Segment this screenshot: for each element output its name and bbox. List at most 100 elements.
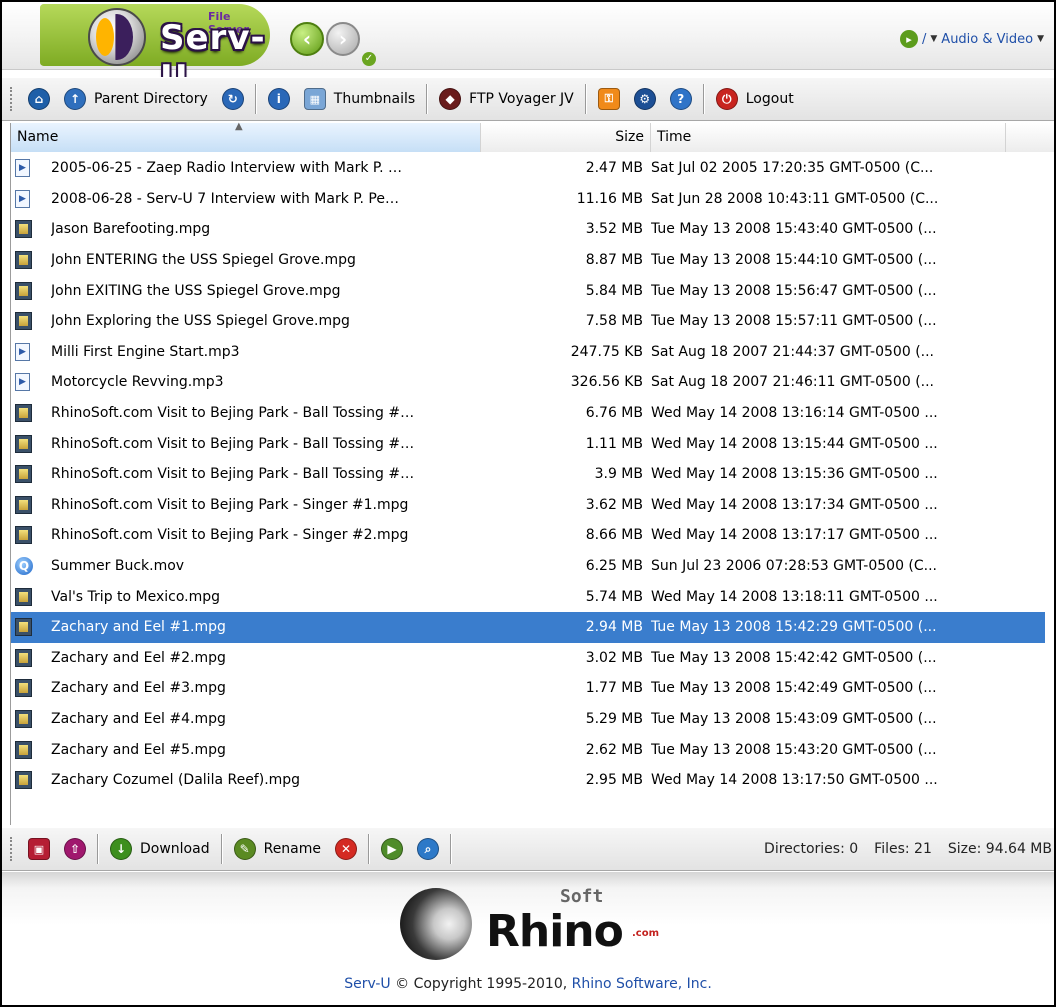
file-name[interactable]: Zachary and Eel #3.mpg: [51, 680, 475, 696]
column-header-name[interactable]: ▲ Name: [11, 121, 481, 152]
properties-button[interactable]: ▶: [374, 833, 410, 865]
file-name[interactable]: RhinoSoft.com Visit to Bejing Park - Bal…: [51, 436, 475, 452]
file-row[interactable]: RhinoSoft.com Visit to Bejing Park - Sin…: [11, 490, 1045, 521]
file-row[interactable]: Zachary and Eel #5.mpg 2.62 MB Tue May 13 …: [11, 734, 1045, 765]
file-row[interactable]: Zachary and Eel #2.mpg 3.02 MB Tue May 13 …: [11, 643, 1045, 674]
path-root-link[interactable]: /: [922, 32, 926, 47]
rhinosoft-logo[interactable]: Soft Rhino .com: [400, 884, 660, 962]
path-dropdown-icon[interactable]: ▼: [930, 34, 937, 44]
file-row[interactable]: RhinoSoft.com Visit to Bejing Park - Sin…: [11, 520, 1045, 551]
file-name[interactable]: Jason Barefooting.mpg: [51, 221, 475, 237]
file-row[interactable]: Zachary and Eel #4.mpg 5.29 MB Tue May 13 …: [11, 704, 1045, 735]
thumbnails-icon: ▦: [303, 88, 326, 110]
file-name[interactable]: Milli First Engine Start.mp3: [51, 344, 475, 360]
file-row[interactable]: Jason Barefooting.mpg 3.52 MB Tue May 13 2…: [11, 214, 1045, 245]
quicktime-file-icon: Q: [15, 557, 33, 576]
thumbnails-button[interactable]: ▦ Thumbnails: [297, 83, 422, 115]
file-row[interactable]: John EXITING the USS Spiegel Grove.mpg 5.…: [11, 275, 1045, 306]
file-row[interactable]: Zachary Cozumel (Dalila Reef).mpg 2.95 MB…: [11, 765, 1045, 796]
download-icon: ↓: [110, 838, 132, 860]
home-button[interactable]: ⌂: [21, 83, 57, 115]
refresh-button[interactable]: ↻: [215, 83, 251, 115]
file-name[interactable]: Summer Buck.mov: [51, 558, 475, 574]
toolbar-separator: [97, 834, 99, 864]
file-name[interactable]: RhinoSoft.com Visit to Bejing Park - Sin…: [51, 497, 475, 513]
file-row[interactable]: RhinoSoft.com Visit to Bejing Park - Bal…: [11, 459, 1045, 490]
file-name[interactable]: 2008-06-28 - Serv-U 7 Interview with Mar…: [51, 191, 475, 207]
file-name[interactable]: Zachary and Eel #1.mpg: [51, 619, 475, 635]
file-row[interactable]: ▶ 2005-06-25 - Zaep Radio Interview with …: [11, 153, 1045, 184]
file-row[interactable]: ▶ Milli First Engine Start.mp3 247.75 KB Sa…: [11, 337, 1045, 368]
help-button[interactable]: ?: [663, 83, 699, 115]
parent-directory-button[interactable]: ↑ Parent Directory: [57, 83, 215, 115]
upload-button[interactable]: ⇧: [57, 833, 93, 865]
toolbar-grip[interactable]: [10, 837, 13, 861]
file-row[interactable]: ▶ Motorcycle Revving.mp3 326.56 KB Sat Aug …: [11, 367, 1045, 398]
file-info-icon: i: [267, 88, 290, 110]
file-name[interactable]: John ENTERING the USS Spiegel Grove.mpg: [51, 252, 475, 268]
files-count: Files: 21: [874, 841, 932, 857]
file-time: Sat Aug 18 2007 21:44:37 GMT-0500 (...: [651, 343, 935, 360]
file-row[interactable]: ▶ 2008-06-28 - Serv-U 7 Interview with Ma…: [11, 184, 1045, 215]
path-navigator: ▸ / ▼ Audio & Video ▼: [899, 30, 1044, 48]
back-button[interactable]: ‹: [290, 22, 324, 56]
file-time: Wed May 14 2008 13:18:11 GMT-0500 ...: [651, 588, 938, 605]
search-button[interactable]: ⌕: [410, 833, 446, 865]
status-summary: Directories: 0 Files: 21 Size: 94.64 MB: [764, 841, 1052, 857]
file-row[interactable]: Q Summer Buck.mov 6.25 MB Sun Jul 23 2006 0…: [11, 551, 1045, 582]
info-view-button[interactable]: i: [261, 83, 297, 115]
file-name[interactable]: Motorcycle Revving.mp3: [51, 374, 475, 390]
file-row[interactable]: RhinoSoft.com Visit to Bejing Park - Bal…: [11, 428, 1045, 459]
file-name[interactable]: 2005-06-25 - Zaep Radio Interview with M…: [51, 160, 475, 176]
serv-u-emblem-icon: [88, 8, 146, 66]
file-row[interactable]: Zachary and Eel #1.mpg 2.94 MB Tue May 13 …: [11, 611, 1045, 643]
file-time: Sat Aug 18 2007 21:46:11 GMT-0500 (...: [651, 374, 935, 391]
file-row[interactable]: RhinoSoft.com Visit to Bejing Park - Bal…: [11, 398, 1045, 429]
rename-button[interactable]: ✎ Rename: [227, 833, 328, 865]
file-row[interactable]: John ENTERING the USS Spiegel Grove.mpg 8…: [11, 245, 1045, 276]
serv-u-link[interactable]: Serv-U: [344, 976, 390, 992]
file-size: 6.25 MB: [585, 558, 643, 575]
file-size: 3.02 MB: [585, 649, 643, 666]
file-name[interactable]: Zachary Cozumel (Dalila Reef).mpg: [51, 772, 475, 788]
folder-dropdown-icon[interactable]: ▼: [1037, 34, 1044, 44]
file-name[interactable]: Zachary and Eel #2.mpg: [51, 650, 475, 666]
file-name[interactable]: RhinoSoft.com Visit to Bejing Park - Bal…: [51, 405, 475, 421]
settings-button[interactable]: ⚙: [627, 83, 663, 115]
file-name[interactable]: John Exploring the USS Spiegel Grove.mpg: [51, 313, 475, 329]
file-name[interactable]: RhinoSoft.com Visit to Bejing Park - Bal…: [51, 466, 475, 482]
logout-button[interactable]: ⏻ Logout: [709, 83, 801, 115]
logo-rhino-text: Rhino: [486, 906, 624, 957]
file-size: 6.76 MB: [585, 405, 643, 422]
change-password-button[interactable]: ⚿: [591, 83, 627, 115]
parent-directory-label: Parent Directory: [94, 91, 208, 107]
rhino-software-link[interactable]: Rhino Software, Inc.: [572, 976, 712, 992]
play-media-button[interactable]: ▣: [21, 833, 57, 865]
folder-jump-icon[interactable]: ▸: [899, 30, 918, 48]
toolbar-grip[interactable]: [10, 87, 13, 111]
file-row[interactable]: John Exploring the USS Spiegel Grove.mpg…: [11, 306, 1045, 337]
upload-icon: ⇧: [64, 838, 86, 860]
ftp-voyager-label: FTP Voyager JV: [469, 91, 574, 107]
forward-button[interactable]: ›: [326, 22, 360, 56]
file-name[interactable]: John EXITING the USS Spiegel Grove.mpg: [51, 283, 475, 299]
file-name[interactable]: RhinoSoft.com Visit to Bejing Park - Sin…: [51, 527, 475, 543]
column-header-size[interactable]: Size: [481, 123, 651, 152]
download-button[interactable]: ↓ Download: [103, 833, 217, 865]
file-name[interactable]: Zachary and Eel #5.mpg: [51, 742, 475, 758]
ftp-voyager-button[interactable]: ◆ FTP Voyager JV: [432, 83, 581, 115]
column-header-time[interactable]: Time: [651, 123, 1006, 152]
toolbar-separator: [450, 834, 453, 864]
video-file-icon: [15, 312, 32, 331]
delete-button[interactable]: ✕: [328, 833, 364, 865]
file-name[interactable]: Val's Trip to Mexico.mpg: [51, 589, 475, 605]
file-name[interactable]: Zachary and Eel #4.mpg: [51, 711, 475, 727]
file-list: ▲ Name Size Time ▶ 2005-06-25 - Zaep Radi…: [10, 121, 1054, 825]
file-time: Tue May 13 2008 15:43:40 GMT-0500 (...: [651, 221, 937, 238]
video-file-icon: [15, 251, 32, 270]
current-folder-link[interactable]: Audio & Video: [941, 32, 1033, 47]
file-time: Sat Jun 28 2008 10:43:11 GMT-0500 (C...: [651, 190, 939, 207]
file-row[interactable]: Val's Trip to Mexico.mpg 5.74 MB Wed May 1…: [11, 581, 1045, 612]
serv-u-logo[interactable]: File Server Serv-U: [40, 4, 270, 98]
file-row[interactable]: Zachary and Eel #3.mpg 1.77 MB Tue May 13 …: [11, 673, 1045, 704]
